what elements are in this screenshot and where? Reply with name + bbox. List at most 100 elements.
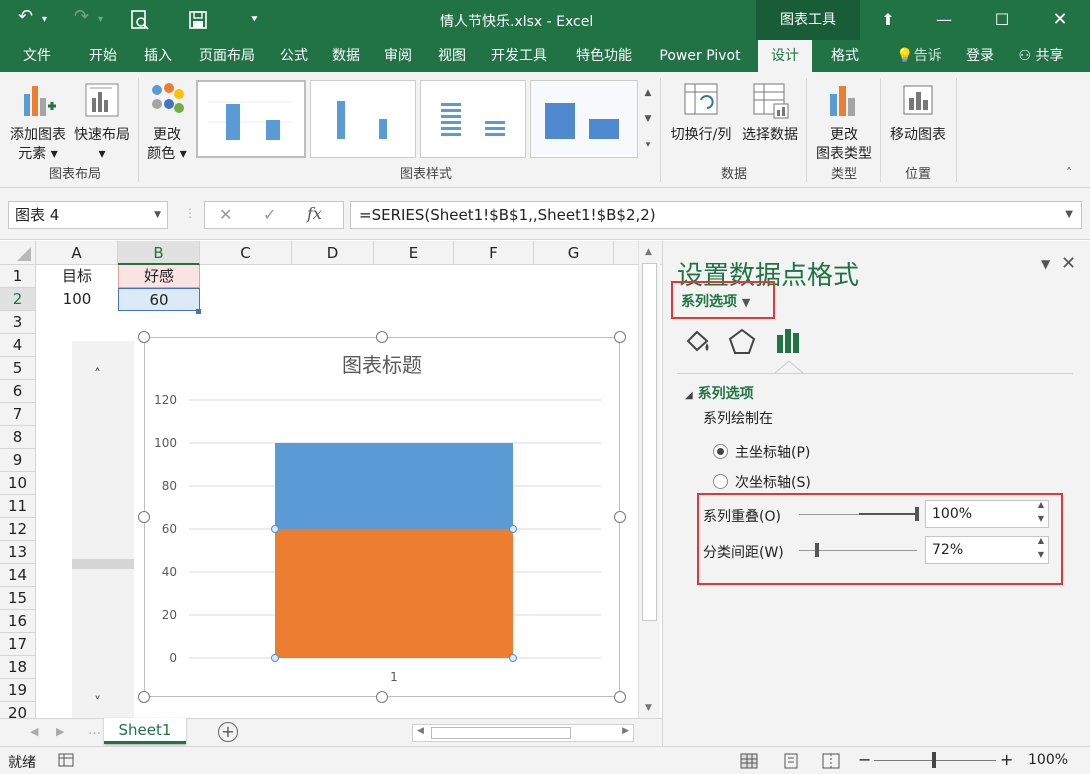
column-header-c[interactable]: C [200,241,292,265]
maximize-icon[interactable]: ☐ [974,0,1030,40]
row-header-4[interactable]: 4 [0,334,36,357]
fill-handle[interactable] [196,309,201,314]
hscroll-right-icon[interactable]: ▶ [622,726,629,736]
move-chart-button[interactable]: 移动图表 [884,80,952,145]
chart-style-3[interactable] [420,80,526,158]
tab-file[interactable]: 文件 [10,40,64,72]
row-header-14[interactable]: 14 [0,564,36,587]
effects-pentagon-icon[interactable] [727,327,757,357]
enter-icon[interactable]: ✓ [263,205,276,224]
primary-axis-radio[interactable] [713,444,728,459]
cancel-icon[interactable]: ✕ [219,205,232,224]
tab-developer[interactable]: 开发工具 [480,40,558,72]
section-series-options[interactable]: ◢ 系列选项 [685,383,754,403]
insert-function-icon[interactable]: fx [307,204,322,223]
name-box[interactable]: 图表 4 ▼ [8,201,168,229]
tab-page-layout[interactable]: 页面布局 [190,40,264,72]
add-chart-element-button[interactable]: 添加图表 元素 ▾ [6,80,70,164]
column-header-g[interactable]: G [534,241,614,265]
horizontal-scrollbar[interactable]: ◀ ▶ [412,724,634,742]
column-header-b[interactable]: B [118,241,200,265]
sheet-menu-icon[interactable]: … [88,723,101,738]
column-header-a[interactable]: A [36,241,118,265]
row-header-8[interactable]: 8 [0,426,36,449]
switch-row-column-button[interactable]: 切换行/列 [666,80,736,145]
row-header-7[interactable]: 7 [0,403,36,426]
row-header-6[interactable]: 6 [0,380,36,403]
pane-close-icon[interactable]: ✕ [1061,253,1076,274]
hscroll-thumb[interactable] [431,727,571,739]
scroll-thumb[interactable] [72,559,134,569]
undo-dropdown-icon[interactable]: ▾ [42,14,47,25]
tab-design[interactable]: 设计 [758,40,812,72]
row-header-9[interactable]: 9 [0,449,36,472]
close-icon[interactable]: ✕ [1032,0,1088,40]
sheet-tab-sheet1[interactable]: Sheet1 [104,718,186,744]
row-header-20[interactable]: 20 [0,702,36,719]
customize-qat-icon[interactable]: ⯆ [250,13,259,27]
resize-handle-left[interactable] [138,511,150,523]
tab-home[interactable]: 开始 [76,40,130,72]
tab-view[interactable]: 视图 [430,40,474,72]
vertical-scrollbar[interactable]: ▲ ▼ [638,241,660,719]
column-header-e[interactable]: E [374,241,454,265]
signin-link[interactable]: 登录 [960,40,1000,72]
chart-object[interactable]: 图表标题 0 20 40 60 80 100 120 1 [138,331,626,703]
tell-me-search[interactable]: 💡告诉我... [884,40,954,96]
formula-input[interactable]: =SERIES(Sheet1!$B$1,,Sheet1!$B$2,2) ▼ [350,201,1082,229]
prev-sheet-icon[interactable]: ◀ [30,725,38,738]
row-header-15[interactable]: 15 [0,587,36,610]
cell-a1[interactable]: 目标 [36,265,118,288]
page-break-view-icon[interactable] [822,753,840,769]
vscroll-thumb[interactable] [642,263,657,621]
change-colors-button[interactable]: 更改 颜色 ▾ [142,80,192,164]
expand-formula-icon[interactable]: ▼ [1065,202,1073,228]
redo-icon[interactable]: ↷ [74,6,89,27]
resize-handle-bottom-right[interactable] [614,691,626,703]
add-sheet-icon[interactable]: + [218,722,238,742]
chart-style-4[interactable] [530,80,638,158]
zoom-in-icon[interactable]: + [1000,750,1013,769]
next-sheet-icon[interactable]: ▶ [56,725,64,738]
data-point-selection-marker[interactable] [271,654,279,662]
cell-b2[interactable]: 60 [118,288,200,311]
name-box-dropdown-icon[interactable]: ▼ [154,202,161,228]
fill-line-icon[interactable] [683,327,713,357]
quick-layout-button[interactable]: 快速布局 ▾ [70,80,134,164]
tab-format[interactable]: 格式 [818,40,872,72]
minimize-icon[interactable]: — [916,0,972,40]
tab-power-pivot[interactable]: Power Pivot [650,40,750,72]
data-point-selection-marker[interactable] [271,525,279,533]
row-header-18[interactable]: 18 [0,656,36,679]
tab-insert[interactable]: 插入 [136,40,180,72]
zoom-level[interactable]: 100% [1028,752,1068,768]
select-all-corner[interactable] [0,241,36,265]
resize-handle-bottom-left[interactable] [138,691,150,703]
resize-handle-top-right[interactable] [614,331,626,343]
hscroll-left-icon[interactable]: ◀ [417,726,424,736]
scroll-down-icon[interactable]: ▼ [645,703,652,713]
zoom-slider-thumb[interactable] [932,752,936,768]
primary-axis-label[interactable]: 主坐标轴(P) [735,442,810,462]
page-layout-view-icon[interactable] [782,753,800,769]
resize-handle-top[interactable] [376,331,388,343]
row-header-1[interactable]: 1 [0,265,36,288]
row-header-10[interactable]: 10 [0,472,36,495]
normal-view-icon[interactable] [740,753,758,769]
resize-handle-top-left[interactable] [138,331,150,343]
save-icon[interactable] [188,10,208,30]
resize-handle-right[interactable] [614,511,626,523]
row-header-17[interactable]: 17 [0,633,36,656]
tab-review[interactable]: 审阅 [376,40,420,72]
resize-handle-bottom[interactable] [376,691,388,703]
chevron-up-icon[interactable]: ˄ [94,367,101,383]
macro-record-icon[interactable] [58,753,74,767]
zoom-out-icon[interactable]: − [858,750,871,769]
chart-title[interactable]: 图表标题 [342,353,422,377]
secondary-axis-radio[interactable] [713,474,728,489]
row-header-13[interactable]: 13 [0,541,36,564]
row-header-5[interactable]: 5 [0,357,36,380]
print-preview-icon[interactable] [130,9,150,31]
row-header-3[interactable]: 3 [0,311,36,334]
cell-a2[interactable]: 100 [36,288,118,311]
